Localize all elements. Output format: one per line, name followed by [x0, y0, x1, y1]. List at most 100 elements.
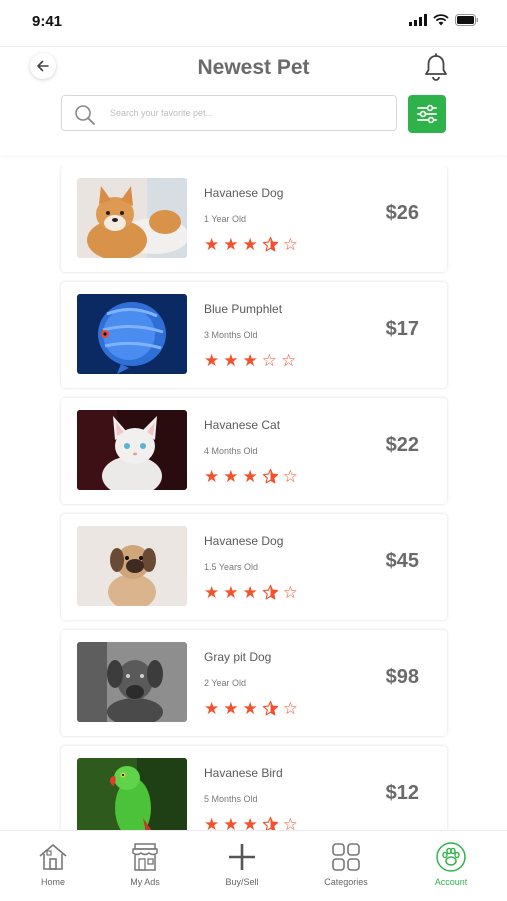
star-full-icon: ★: [242, 699, 258, 718]
pet-age: 1.5 Years Old: [204, 562, 259, 572]
tab-account[interactable]: Account: [401, 831, 501, 901]
star-half-icon: [262, 700, 278, 716]
pet-image: [77, 410, 187, 490]
rating-stars: ★ ★ ★ ☆: [204, 700, 298, 717]
star-full-icon: ★: [242, 235, 258, 254]
search-box: [61, 95, 397, 131]
tab-home[interactable]: Home: [3, 831, 103, 901]
tab-label: My Ads: [130, 877, 160, 887]
star-empty-icon: ☆: [282, 235, 298, 254]
blue-fish-image: [77, 294, 187, 374]
pet-age: 4 Months Old: [204, 446, 258, 456]
shop-icon: [132, 843, 158, 871]
star-full-icon: ★: [223, 699, 239, 718]
star-half-icon: [262, 584, 278, 600]
pet-card[interactable]: Havanese Bird 5 Months Old ★ ★ ★ ☆ $12: [61, 746, 447, 830]
pet-name: Havanese Dog: [204, 534, 284, 548]
star-full-icon: ★: [242, 467, 258, 486]
tab-label: Account: [434, 877, 468, 887]
pet-age: 5 Months Old: [204, 794, 258, 804]
pet-image: [77, 758, 187, 830]
star-full-icon: ★: [204, 699, 220, 718]
tab-categories[interactable]: Categories: [296, 831, 396, 901]
star-full-icon: ★: [223, 351, 239, 370]
star-full-icon: ★: [242, 815, 258, 830]
star-empty-icon: ☆: [281, 351, 297, 370]
star-half-icon: [262, 236, 278, 252]
home-icon: [39, 844, 67, 870]
notifications-button[interactable]: [423, 53, 449, 86]
rating-stars: ★ ★ ★ ☆ ☆: [204, 352, 296, 369]
pet-image: [77, 178, 187, 258]
tab-label: Categories: [324, 877, 368, 887]
pet-card[interactable]: Blue Pumphlet 3 Months Old ★ ★ ★ ☆ ☆ $17: [61, 282, 447, 388]
star-full-icon: ★: [204, 351, 220, 370]
tab-buy-sell[interactable]: Buy/Sell: [192, 831, 292, 901]
bottom-tab-bar: Home My Ads Buy/Sell Categories Account: [0, 830, 507, 901]
shiba-dog-image: [77, 178, 187, 258]
status-icons: [409, 14, 479, 26]
star-empty-icon: ☆: [282, 583, 298, 602]
pet-image: [77, 294, 187, 374]
star-full-icon: ★: [204, 583, 220, 602]
pet-age: 3 Months Old: [204, 330, 258, 340]
status-time: 9:41: [32, 13, 63, 30]
gray-dog-image: [77, 642, 187, 722]
star-empty-icon: ☆: [282, 699, 298, 718]
pet-name: Havanese Cat: [204, 418, 281, 432]
pet-price: $26: [385, 202, 419, 224]
star-full-icon: ★: [242, 351, 258, 370]
pet-card[interactable]: Gray pit Dog 2 Year Old ★ ★ ★ ☆ $98: [61, 630, 447, 736]
pet-name: Havanese Dog: [204, 186, 284, 200]
star-half-icon: [262, 468, 278, 484]
star-empty-icon: ☆: [261, 351, 277, 370]
pet-image: [77, 526, 187, 606]
star-full-icon: ★: [204, 815, 220, 830]
paw-icon: [436, 842, 466, 872]
bell-icon: [425, 53, 447, 81]
rating-stars: ★ ★ ★ ☆: [204, 236, 298, 253]
pet-age: 2 Year Old: [204, 678, 247, 688]
header: Newest Pet: [0, 46, 507, 155]
signal-icon: [409, 14, 427, 26]
pet-age: 1 Year Old: [204, 214, 247, 224]
battery-icon: [455, 14, 479, 26]
star-full-icon: ★: [242, 583, 258, 602]
star-empty-icon: ☆: [282, 467, 298, 486]
pet-card[interactable]: Havanese Dog 1 Year Old ★ ★ ★ ☆ $26: [61, 166, 447, 272]
star-full-icon: ★: [204, 467, 220, 486]
tab-label: Buy/Sell: [225, 877, 259, 887]
pet-price: $22: [385, 434, 419, 456]
pet-price: $45: [385, 550, 419, 572]
rating-stars: ★ ★ ★ ☆: [204, 584, 298, 601]
pet-card[interactable]: Havanese Cat 4 Months Old ★ ★ ★ ☆ $22: [61, 398, 447, 504]
star-half-icon: [262, 816, 278, 830]
star-empty-icon: ☆: [282, 815, 298, 830]
plus-icon: [229, 844, 255, 870]
status-bar: 9:41: [0, 0, 507, 44]
pet-name: Gray pit Dog: [204, 650, 272, 664]
filter-button[interactable]: [408, 95, 446, 133]
search-input[interactable]: [110, 104, 380, 122]
star-full-icon: ★: [223, 235, 239, 254]
rating-stars: ★ ★ ★ ☆: [204, 816, 298, 830]
star-full-icon: ★: [223, 815, 239, 830]
sliders-icon: [417, 104, 437, 124]
tab-label: Home: [40, 877, 65, 887]
pet-card[interactable]: Havanese Dog 1.5 Years Old ★ ★ ★ ☆ $45: [61, 514, 447, 620]
wifi-icon: [433, 14, 449, 26]
pet-image: [77, 642, 187, 722]
grid-icon: [332, 843, 360, 871]
pet-list: Havanese Dog 1 Year Old ★ ★ ★ ☆ $26 Blue…: [0, 166, 507, 830]
search-icon: [75, 105, 95, 125]
pet-name: Havanese Bird: [204, 766, 283, 780]
pet-price: $98: [385, 666, 419, 688]
pug-dog-image: [77, 526, 187, 606]
green-parrot-image: [77, 758, 187, 830]
star-full-icon: ★: [223, 583, 239, 602]
white-kitten-image: [77, 410, 187, 490]
tab-my-ads[interactable]: My Ads: [95, 831, 195, 901]
rating-stars: ★ ★ ★ ☆: [204, 468, 298, 485]
pet-price: $17: [385, 318, 419, 340]
pet-price: $12: [385, 782, 419, 804]
